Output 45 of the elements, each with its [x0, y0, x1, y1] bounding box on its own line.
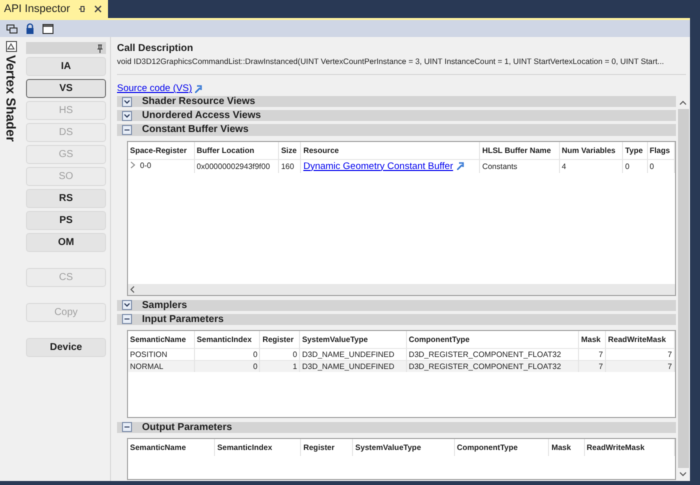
close-icon[interactable] — [94, 5, 102, 13]
collapse-icon[interactable] — [122, 422, 132, 432]
horizontal-scrollbar[interactable] — [128, 284, 675, 295]
section-title: Call Description — [117, 43, 194, 54]
scroll-left-icon[interactable] — [130, 286, 135, 293]
pin-icon[interactable] — [97, 44, 103, 52]
expand-icon[interactable] — [122, 96, 132, 107]
chevron-right-icon[interactable] — [130, 161, 136, 170]
stage-button[interactable]: PS — [26, 211, 106, 230]
collapse-icon[interactable] — [122, 314, 132, 324]
shader-icon — [6, 41, 16, 52]
windows-icon[interactable] — [6, 22, 18, 34]
section-title: Input Parameters — [142, 314, 224, 325]
source-code-link[interactable]: Source code (VS) — [117, 83, 192, 94]
section-header[interactable]: Input Parameters — [117, 314, 676, 325]
section-header[interactable]: Unordered Access Views — [117, 110, 676, 122]
stage-button[interactable]: VS — [26, 79, 106, 98]
section-header[interactable]: Constant Buffer Views — [117, 124, 676, 136]
section-header[interactable]: Samplers — [117, 300, 676, 311]
tab-title: API Inspector — [4, 3, 70, 15]
panel-tab[interactable]: API Inspector — [0, 0, 108, 18]
scroll-up-icon[interactable] — [679, 100, 687, 105]
stage-button[interactable]: IA — [26, 57, 106, 76]
side-title: Vertex Shader — [4, 55, 18, 142]
collapse-icon[interactable] — [122, 124, 132, 135]
scrollbar-thumb[interactable] — [678, 109, 688, 468]
section-title: Unordered Access Views — [142, 110, 261, 122]
section-title: Shader Resource Views — [142, 96, 256, 108]
pin-icon[interactable] — [78, 5, 86, 13]
section-title: Samplers — [142, 300, 188, 311]
stage-button[interactable]: Device — [26, 338, 106, 357]
section-title: Constant Buffer Views — [142, 124, 248, 136]
section-title: Output Parameters — [142, 422, 232, 433]
resource-link[interactable]: Dynamic Geometry Constant Buffer — [303, 160, 454, 172]
window-icon[interactable] — [42, 22, 54, 34]
stage-button[interactable]: RS — [26, 189, 106, 208]
external-link-icon — [457, 162, 464, 170]
scroll-down-icon[interactable] — [679, 472, 687, 477]
lock-icon[interactable] — [24, 22, 36, 34]
section-header[interactable]: Output Parameters — [117, 422, 676, 434]
expand-icon[interactable] — [122, 110, 132, 121]
stage-button[interactable]: OM — [26, 233, 106, 252]
external-link-icon — [194, 84, 202, 92]
section-header[interactable]: Shader Resource Views — [117, 96, 676, 108]
expand-icon[interactable] — [122, 300, 132, 310]
